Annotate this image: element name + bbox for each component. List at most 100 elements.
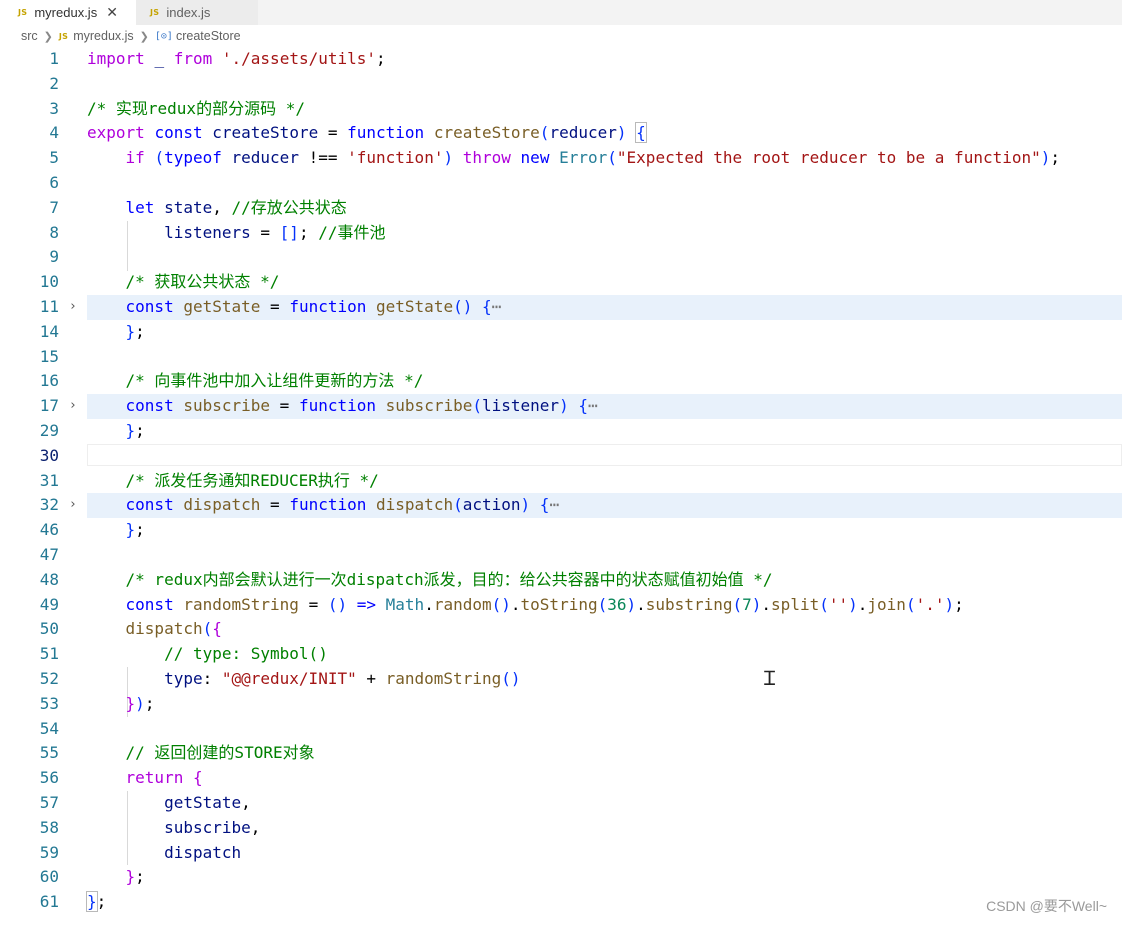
chevron-right-icon: ❯ — [43, 30, 53, 43]
line-number: 31 — [39, 470, 59, 490]
chevron-right-icon[interactable]: › — [66, 295, 80, 320]
code-text: export const createStore = function crea… — [87, 122, 647, 144]
code-line: 50 dispatch({ — [0, 617, 1122, 642]
line-number: 48 — [39, 569, 59, 589]
code-text: subscribe, — [164, 817, 261, 837]
code-text: const subscribe = function subscribe(lis… — [125, 396, 598, 416]
code-line: 4 export const createStore = function cr… — [0, 121, 1122, 146]
line-number: 49 — [39, 594, 59, 614]
breadcrumb-file[interactable]: myredux.js — [73, 29, 133, 43]
line-number: 11 — [39, 297, 59, 316]
tab-index-js[interactable]: JS index.js — [136, 0, 258, 25]
code-line: 60 }; — [0, 865, 1122, 890]
line-number: 50 — [39, 619, 59, 639]
line-number: 10 — [39, 272, 59, 292]
chevron-right-icon[interactable]: › — [66, 493, 80, 518]
code-text: // 返回创建的STORE对象 — [87, 743, 315, 763]
code-line: 1 import _ from './assets/utils'; — [0, 47, 1122, 72]
code-line: 2 — [0, 72, 1122, 97]
code-line: 6 — [0, 171, 1122, 196]
code-line: 9 — [0, 245, 1122, 270]
code-line: 16 /* 向事件池中加入让组件更新的方法 */ — [0, 369, 1122, 394]
code-line: 31 /* 派发任务通知REDUCER执行 */ — [0, 469, 1122, 494]
close-icon[interactable]: ✕ — [106, 4, 118, 21]
code-text: /* 派发任务通知REDUCER执行 */ — [87, 470, 379, 490]
code-line: 14 }; — [0, 320, 1122, 345]
code-text: }; — [125, 520, 145, 540]
code-text: let state, //存放公共状态 — [125, 197, 347, 217]
code-line-folded: 32 › const dispatch = function dispatch(… — [0, 493, 1122, 519]
code-text: /* 向事件池中加入让组件更新的方法 */ — [87, 371, 424, 391]
text-cursor-icon: Ɪ — [764, 666, 776, 690]
code-line: 47 — [0, 543, 1122, 568]
line-number: 4 — [49, 123, 59, 143]
code-text: return { — [125, 768, 203, 788]
breadcrumb-folder[interactable]: src — [21, 29, 38, 43]
code-text: type: "@@redux/INIT" + randomString() — [164, 669, 521, 688]
line-number: 47 — [39, 545, 59, 564]
code-line: 57 getState, — [0, 791, 1122, 816]
line-number: 29 — [39, 421, 59, 440]
code-text: /* redux内部会默认进行一次dispatch派发，目的：给公共容器中的状态… — [87, 569, 773, 589]
code-line: 58 subscribe, — [0, 816, 1122, 841]
code-line: 49 const randomString = () => Math.rando… — [0, 593, 1122, 618]
code-line: 61 }; — [0, 890, 1122, 915]
line-number: 56 — [39, 768, 59, 788]
code-line: 52 type: "@@redux/INIT" + randomString() — [0, 667, 1122, 692]
editor-tab-bar: JS myredux.js ✕ JS index.js — [0, 0, 1122, 25]
line-number: 30 — [39, 445, 59, 465]
line-number: 8 — [49, 222, 59, 242]
code-text: /* 实现redux的部分源码 */ — [87, 98, 305, 118]
code-line: 15 — [0, 345, 1122, 370]
chevron-right-icon[interactable]: › — [66, 394, 80, 419]
line-number: 53 — [39, 693, 59, 713]
line-number: 9 — [49, 247, 59, 267]
tab-myredux-js[interactable]: JS myredux.js ✕ — [0, 0, 136, 25]
code-line: 53 }); — [0, 692, 1122, 717]
symbol-variable-icon: [⊙] — [154, 30, 173, 42]
code-line-folded: 11 › const getState = function getState(… — [0, 295, 1122, 320]
code-line: 3 /* 实现redux的部分源码 */ — [0, 97, 1122, 122]
line-number: 17 — [39, 396, 59, 416]
line-number: 16 — [39, 371, 59, 391]
breadcrumb-symbol[interactable]: createStore — [176, 29, 241, 43]
code-line: 55 // 返回创建的STORE对象 — [0, 741, 1122, 766]
code-line: 5 if (typeof reducer !== 'function') thr… — [0, 146, 1122, 171]
code-text: }; — [125, 321, 145, 341]
code-line: 7 let state, //存放公共状态 — [0, 196, 1122, 221]
code-text: }; — [125, 867, 145, 887]
line-number: 46 — [39, 520, 59, 540]
code-line-current: 30 — [0, 443, 1122, 469]
js-file-icon: JS — [58, 31, 69, 41]
line-number: 60 — [39, 867, 59, 887]
chevron-right-icon: ❯ — [139, 30, 149, 43]
line-number: 55 — [39, 743, 59, 763]
line-number: 5 — [49, 148, 59, 168]
code-text: getState, — [164, 793, 251, 812]
code-text: /* 获取公共状态 */ — [87, 272, 280, 292]
line-number: 32 — [39, 495, 59, 515]
code-text: }; — [86, 891, 107, 913]
line-number: 2 — [49, 73, 59, 93]
code-text: // type: Symbol() — [87, 644, 328, 664]
watermark: CSDN @要不Well~ — [986, 898, 1107, 914]
code-line: 46 }; — [0, 518, 1122, 543]
code-line: 54 — [0, 717, 1122, 742]
tab-label: index.js — [166, 5, 211, 20]
line-number: 15 — [39, 346, 59, 366]
line-number: 14 — [39, 321, 59, 341]
line-number: 58 — [39, 817, 59, 837]
line-number: 7 — [49, 197, 59, 217]
line-number: 52 — [39, 669, 59, 688]
current-line-highlight — [87, 443, 1122, 466]
code-line: 29 }; — [0, 419, 1122, 444]
line-number: 57 — [39, 793, 59, 812]
js-file-icon: JS — [150, 8, 160, 17]
code-text: dispatch — [164, 842, 242, 862]
line-number: 3 — [49, 98, 59, 118]
line-number: 59 — [39, 842, 59, 862]
code-text: listeners = []; //事件池 — [164, 222, 386, 242]
line-number: 61 — [39, 892, 59, 912]
line-number: 54 — [39, 718, 59, 738]
code-editor[interactable]: 1 import _ from './assets/utils'; 2 3 /*… — [0, 47, 1122, 925]
